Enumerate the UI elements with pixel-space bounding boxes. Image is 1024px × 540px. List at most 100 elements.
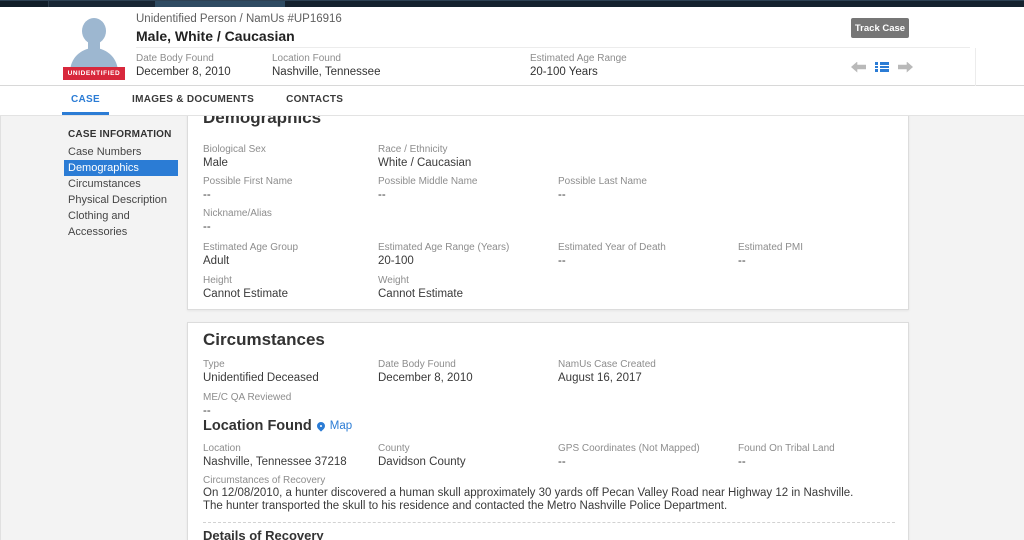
field-label: Location — [203, 443, 375, 454]
field-label: NamUs Case Created — [558, 359, 730, 370]
tab-contacts[interactable]: CONTACTS — [277, 86, 352, 115]
field-label: Estimated Year of Death — [558, 242, 730, 253]
field-value: -- — [378, 189, 550, 202]
case-header: UNIDENTIFIED Unidentified Person / NamUs… — [0, 7, 1024, 86]
field-possible-middle-name: Possible Middle Name -- — [378, 176, 550, 202]
details-of-recovery-title: Details of Recovery — [203, 528, 324, 540]
field-label: Nickname/Alias — [203, 208, 375, 219]
field-gps-coordinates: GPS Coordinates (Not Mapped) -- — [558, 443, 730, 469]
circumstances-of-recovery-text: On 12/08/2010, a hunter discovered a hum… — [203, 487, 871, 512]
field-label: Race / Ethnicity — [378, 144, 550, 155]
field-value: -- — [738, 255, 910, 268]
top-navigation-bar — [0, 0, 1024, 7]
field-label: Estimated Age Range (Years) — [378, 242, 550, 253]
field-value: Cannot Estimate — [378, 288, 550, 301]
next-case-icon[interactable] — [898, 62, 913, 73]
field-location: Location Nashville, Tennessee 37218 — [203, 443, 375, 469]
field-date-body-found: Date Body Found December 8, 2010 — [378, 359, 550, 385]
field-value: White / Caucasian — [378, 157, 550, 170]
avatar: UNIDENTIFIED — [63, 14, 125, 80]
case-id: Unidentified Person / NamUs #UP16916 — [136, 13, 342, 25]
field-label: Date Body Found — [378, 359, 550, 370]
sidebar-item-case-numbers[interactable]: Case Numbers — [64, 144, 178, 160]
sidebar-item-demographics[interactable]: Demographics — [64, 160, 178, 176]
field-value: -- — [203, 221, 375, 234]
tab-images-documents[interactable]: IMAGES & DOCUMENTS — [123, 86, 263, 115]
track-case-button[interactable]: Track Case — [851, 18, 909, 38]
subsection-title: Location Found — [203, 418, 312, 434]
field-label: GPS Coordinates (Not Mapped) — [558, 443, 730, 454]
field-weight: Weight Cannot Estimate — [378, 275, 550, 301]
field-label: Date Body Found — [136, 53, 231, 64]
field-estimated-pmi: Estimated PMI -- — [738, 242, 910, 268]
field-possible-last-name: Possible Last Name -- — [558, 176, 730, 202]
field-label: Height — [203, 275, 375, 286]
field-label: Estimated PMI — [738, 242, 910, 253]
field-label: Estimated Age Group — [203, 242, 375, 253]
page-title: Male, White / Caucasian — [136, 28, 342, 44]
sidebar-title: CASE INFORMATION — [68, 129, 172, 140]
summary-date-body-found: Date Body Found December 8, 2010 — [136, 53, 231, 79]
sidebar-item-clothing-accessories[interactable]: Clothing and Accessories — [64, 208, 178, 224]
field-value: -- — [203, 189, 375, 202]
sidebar-nav: Case Numbers Demographics Circumstances … — [64, 144, 178, 224]
field-label: Found On Tribal Land — [738, 443, 910, 454]
demographics-card: Demographics Biological Sex Male Race / … — [187, 116, 909, 310]
field-value: -- — [558, 189, 730, 202]
location-found-heading: Location Found Map — [203, 418, 352, 434]
field-nickname-alias: Nickname/Alias -- — [203, 208, 375, 234]
field-value: Male — [203, 157, 375, 170]
section-title-demographics: Demographics — [203, 116, 321, 128]
field-possible-first-name: Possible First Name -- — [203, 176, 375, 202]
map-pin-icon — [315, 420, 326, 431]
title-block: Unidentified Person / NamUs #UP16916 Mal… — [136, 13, 342, 44]
sidebar-item-circumstances[interactable]: Circumstances — [64, 176, 178, 192]
field-value: 20-100 Years — [530, 66, 627, 79]
field-label: Biological Sex — [203, 144, 375, 155]
field-biological-sex: Biological Sex Male — [203, 144, 375, 170]
tab-case[interactable]: CASE — [62, 86, 109, 115]
header-divider — [136, 47, 970, 48]
field-race-ethnicity: Race / Ethnicity White / Caucasian — [378, 144, 550, 170]
field-value: December 8, 2010 — [136, 66, 231, 79]
previous-case-icon[interactable] — [851, 62, 866, 73]
field-found-on-tribal-land: Found On Tribal Land -- — [738, 443, 910, 469]
field-namus-case-created: NamUs Case Created August 16, 2017 — [558, 359, 730, 385]
field-value: Unidentified Deceased — [203, 372, 375, 385]
field-label: Type — [203, 359, 375, 370]
field-mec-qa-reviewed: ME/C QA Reviewed -- — [203, 392, 375, 418]
field-estimated-year-of-death: Estimated Year of Death -- — [558, 242, 730, 268]
tab-bar: CASE IMAGES & DOCUMENTS CONTACTS — [0, 86, 1024, 116]
field-label: Possible First Name — [203, 176, 375, 187]
field-value: Cannot Estimate — [203, 288, 375, 301]
field-county: County Davidson County — [378, 443, 550, 469]
field-value: -- — [738, 456, 910, 469]
field-height: Height Cannot Estimate — [203, 275, 375, 301]
circumstances-card: Circumstances Type Unidentified Deceased… — [187, 322, 909, 540]
field-label: Estimated Age Range — [530, 53, 627, 64]
field-label: Possible Middle Name — [378, 176, 550, 187]
field-value: August 16, 2017 — [558, 372, 730, 385]
field-type: Type Unidentified Deceased — [203, 359, 375, 385]
field-value: -- — [558, 255, 730, 268]
field-value: 20-100 — [378, 255, 550, 268]
field-label: Possible Last Name — [558, 176, 730, 187]
section-divider — [203, 522, 895, 523]
content-area: CASE INFORMATION Case Numbers Demographi… — [0, 116, 1024, 540]
field-value: Adult — [203, 255, 375, 268]
field-value: Davidson County — [378, 456, 550, 469]
header-vertical-divider — [975, 48, 976, 86]
field-label: County — [378, 443, 550, 454]
summary-location-found: Location Found Nashville, Tennessee — [272, 53, 380, 79]
field-value: -- — [203, 405, 375, 418]
field-label: Location Found — [272, 53, 380, 64]
circumstances-of-recovery-label: Circumstances of Recovery — [203, 475, 325, 486]
field-value: December 8, 2010 — [378, 372, 550, 385]
field-value: Nashville, Tennessee 37218 — [203, 456, 375, 469]
sidebar-item-physical-description[interactable]: Physical Description — [64, 192, 178, 208]
field-estimated-age-range-years: Estimated Age Range (Years) 20-100 — [378, 242, 550, 268]
field-label: ME/C QA Reviewed — [203, 392, 375, 403]
case-list-icon[interactable] — [875, 61, 889, 73]
summary-estimated-age-range: Estimated Age Range 20-100 Years — [530, 53, 627, 79]
map-link[interactable]: Map — [330, 420, 352, 432]
